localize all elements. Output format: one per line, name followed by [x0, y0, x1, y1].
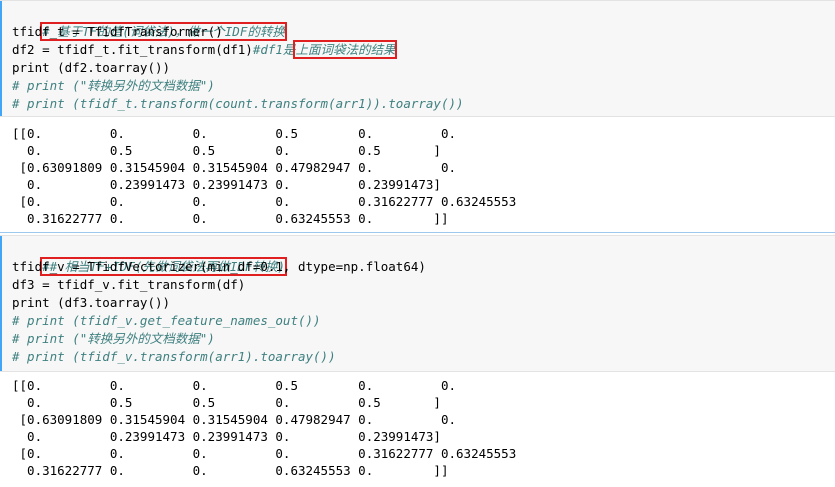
code-cell-2[interactable]: ## 相当TF+IDF(先做词袋法再做IDF转换) tfidf_v = Tfid…	[0, 235, 835, 372]
output2-line-2: 0. 0.5 0.5 0. 0.5 ]	[12, 395, 441, 410]
code-cell-1[interactable]: # 基于TF的值(词袋法)，做一个IDF的转换 tfidf_t = TfidfT…	[0, 0, 835, 117]
output2-line-4: 0. 0.23991473 0.23991473 0. 0.23991473]	[12, 429, 441, 444]
cell2-code-line-7: # print (tfidf_v.transform(arr1).toarray…	[12, 349, 336, 364]
output1-line-1: [[0. 0. 0. 0.5 0. 0.	[12, 126, 457, 141]
cell-indicator-bar	[0, 1, 2, 116]
cell2-code-line-5: # print (tfidf_v.get_feature_names_out()…	[12, 313, 321, 328]
output2-line-6: 0.31622777 0. 0. 0.63245553 0. ]]	[12, 463, 449, 478]
output2-line-5: [0. 0. 0. 0. 0.31622777 0.63245553	[12, 446, 517, 461]
cell1-code-line-3: df2 = tfidf_t.fit_transform(df1)#df1是上面词…	[12, 40, 398, 59]
cell1-code-line-2: tfidf_t = TfidfTransformer()	[12, 24, 223, 39]
cell-indicator-bar	[0, 236, 2, 371]
cell1-code-line-3-code: df2 = tfidf_t.fit_transform(df1)	[12, 42, 253, 57]
output-area-2: [[0. 0. 0. 0.5 0. 0. 0. 0.5 0.5 0. 0.5 ]…	[0, 372, 835, 487]
cell1-code-line-5: # print ("转换另外的文档数据")	[12, 78, 215, 93]
output2-line-1: [[0. 0. 0. 0.5 0. 0.	[12, 378, 457, 393]
cell2-code-line-3: df3 = tfidf_v.fit_transform(df)	[12, 277, 246, 292]
cell2-code-line-2: tfidf_v = TfidfVectorizer(min_df=0.1, dt…	[12, 259, 426, 274]
cell2-code-line-4: print (df3.toarray())	[12, 295, 171, 310]
output1-line-2: 0. 0.5 0.5 0. 0.5 ]	[12, 143, 441, 158]
cell2-code-line-6: # print ("转换另外的文档数据")	[12, 331, 215, 346]
cell1-comment-line: # 基于TF的值(词袋法)，做一个IDF的转换	[12, 5, 287, 41]
output1-line-4: 0. 0.23991473 0.23991473 0. 0.23991473]	[12, 177, 441, 192]
output-area-1: [[0. 0. 0. 0.5 0. 0. 0. 0.5 0.5 0. 0.5 ]…	[0, 117, 835, 235]
output1-line-6: 0.31622777 0. 0. 0.63245553 0. ]]	[12, 211, 449, 226]
cell1-inline-comment: #df1是	[252, 42, 296, 57]
output2-line-3: [0.63091809 0.31545904 0.31545904 0.4798…	[12, 412, 457, 427]
cell2-comment-line: ## 相当TF+IDF(先做词袋法再做IDF转换)	[12, 240, 287, 276]
cell-separator	[0, 232, 835, 233]
output1-line-3: [0.63091809 0.31545904 0.31545904 0.4798…	[12, 160, 457, 175]
cell1-code-line-4: print (df2.toarray())	[12, 60, 171, 75]
highlight-box-inline-comment: 上面词袋法的结果	[293, 40, 398, 59]
cell1-code-line-6: # print (tfidf_t.transform(count.transfo…	[12, 96, 464, 111]
output1-line-5: [0. 0. 0. 0. 0.31622777 0.63245553	[12, 194, 517, 209]
